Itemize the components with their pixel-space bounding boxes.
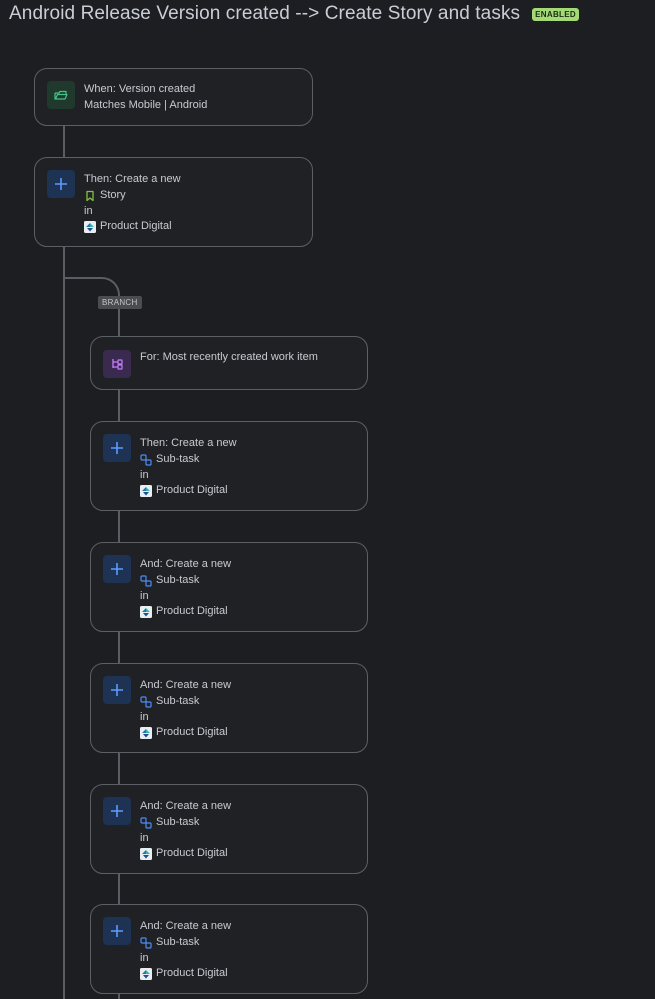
- branch-for-label: For: Most recently created work item: [140, 351, 318, 363]
- project-icon: [140, 605, 152, 618]
- branch-icon: [103, 350, 131, 378]
- branch-connector-line: [118, 303, 120, 999]
- branch-for-card[interactable]: For: Most recently created work item: [90, 336, 368, 390]
- issue-type-label: Sub-task: [156, 695, 200, 708]
- trigger-icon: [47, 81, 75, 109]
- project-label: Product Digital: [156, 725, 228, 738]
- branch-label: BRANCH: [98, 296, 142, 309]
- plus-icon: [103, 676, 131, 704]
- plus-icon: [103, 797, 131, 825]
- enabled-badge: ENABLED: [532, 7, 579, 21]
- action-title: And: Create a new: [140, 679, 232, 691]
- project-icon: [140, 847, 152, 860]
- issue-type-label: Story: [100, 189, 126, 202]
- in-label: in: [140, 589, 149, 602]
- in-label: in: [140, 468, 149, 481]
- subtask-icon: [140, 937, 152, 949]
- plus-icon: [103, 434, 131, 462]
- subtask-icon: [140, 575, 152, 587]
- action-title: And: Create a new: [140, 800, 232, 812]
- issue-type-label: Sub-task: [156, 453, 200, 466]
- story-icon: [84, 190, 96, 202]
- trigger-title: When: Version created: [84, 83, 196, 95]
- issue-type-label: Sub-task: [156, 816, 200, 829]
- project-icon: [140, 967, 152, 980]
- page-header: Android Release Version created --> Crea…: [9, 0, 579, 28]
- in-label: in: [140, 710, 149, 723]
- action-title: Then: Create a new: [140, 437, 237, 449]
- project-label: Product Digital: [156, 483, 228, 496]
- subtask-action-card[interactable]: And: Create a new Sub-task in Product Di…: [90, 542, 368, 632]
- plus-icon: [47, 170, 75, 198]
- subtask-action-card[interactable]: And: Create a new Sub-task in Product Di…: [90, 784, 368, 874]
- action-title: And: Create a new: [140, 920, 232, 932]
- project-label: Product Digital: [100, 219, 172, 232]
- project-label: Product Digital: [156, 966, 228, 979]
- page-title: Android Release Version created --> Crea…: [9, 3, 521, 24]
- in-label: in: [140, 951, 149, 964]
- project-label: Product Digital: [156, 604, 228, 617]
- main-connector-line: [63, 246, 65, 999]
- issue-type-label: Sub-task: [156, 936, 200, 949]
- project-icon: [84, 220, 96, 233]
- project-label: Product Digital: [156, 846, 228, 859]
- action-title: Then: Create a new: [84, 173, 181, 185]
- in-label: in: [84, 204, 93, 217]
- plus-icon: [103, 917, 131, 945]
- project-icon: [140, 484, 152, 497]
- subtask-action-card[interactable]: And: Create a new Sub-task in Product Di…: [90, 663, 368, 753]
- issue-type-label: Sub-task: [156, 574, 200, 587]
- action-title: And: Create a new: [140, 558, 232, 570]
- plus-icon: [103, 555, 131, 583]
- subtask-icon: [140, 817, 152, 829]
- subtask-action-card[interactable]: Then: Create a new Sub-task in Product D…: [90, 421, 368, 511]
- subtask-icon: [140, 454, 152, 466]
- project-icon: [140, 726, 152, 739]
- trigger-condition: Matches Mobile | Android: [84, 99, 208, 112]
- subtask-icon: [140, 696, 152, 708]
- trigger-card[interactable]: When: Version created Matches Mobile | A…: [34, 68, 313, 126]
- main-connector-line: [63, 126, 65, 158]
- subtask-action-card[interactable]: And: Create a new Sub-task in Product Di…: [90, 904, 368, 994]
- in-label: in: [140, 831, 149, 844]
- create-story-card[interactable]: Then: Create a new Story in Product Digi…: [34, 157, 313, 247]
